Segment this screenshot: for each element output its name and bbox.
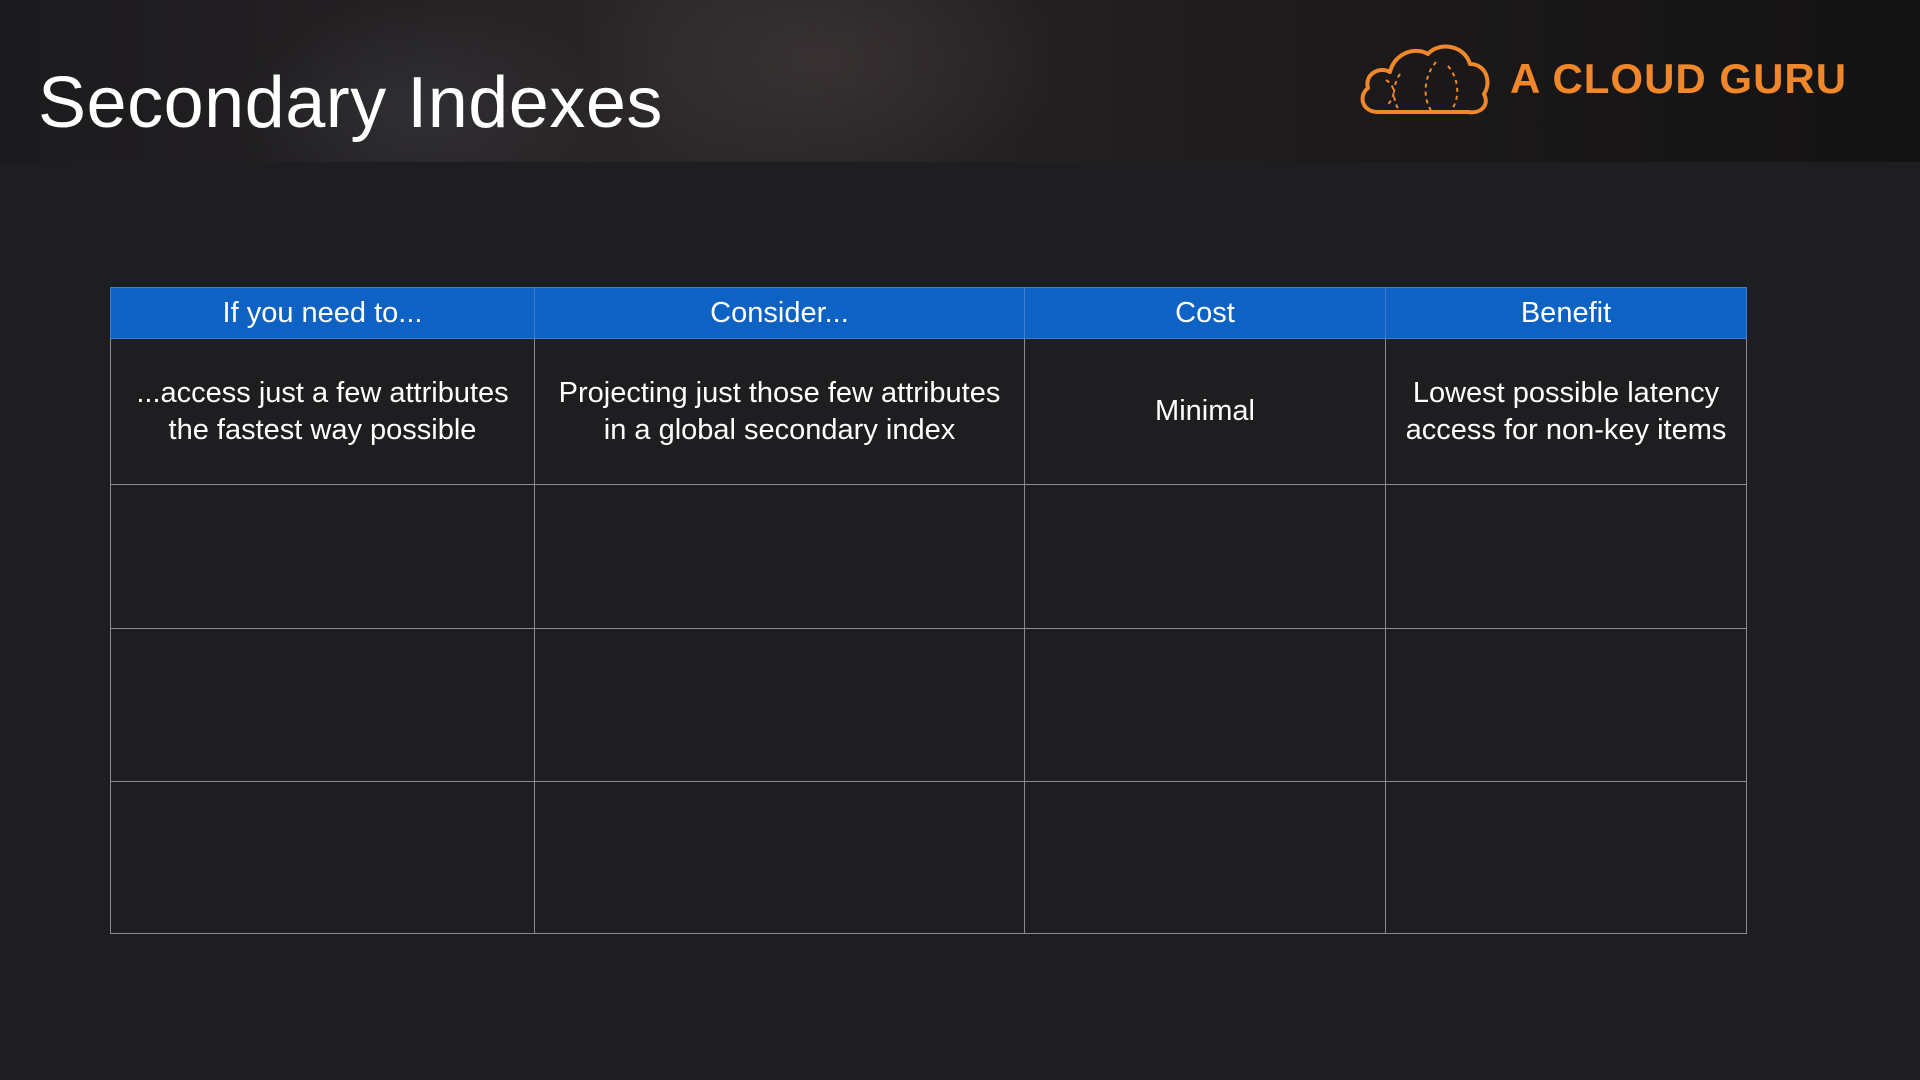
header-cost: Cost: [1024, 287, 1386, 339]
header-consider: Consider...: [534, 287, 1025, 339]
comparison-table-container: If you need to... Consider... Cost Benef…: [110, 287, 1747, 934]
logo-text: A CLOUD GURU: [1510, 55, 1848, 102]
table-cell: [1385, 781, 1747, 934]
table-cell: Minimal: [1024, 338, 1386, 485]
cell-text: Minimal: [1155, 395, 1255, 427]
cell-text: ...access just a few attributes the fast…: [136, 376, 509, 446]
table-cell: [1024, 781, 1386, 934]
comparison-table: If you need to... Consider... Cost Benef…: [110, 287, 1747, 934]
table-cell: [534, 628, 1025, 782]
table-cell: [1385, 484, 1747, 629]
cloud-icon: [1360, 44, 1490, 115]
table-cell: [110, 781, 535, 934]
table-cell: [1024, 628, 1386, 782]
table-cell: Projecting just those few attributes in …: [534, 338, 1025, 485]
table-row: [110, 781, 1747, 934]
table-header-row: If you need to... Consider... Cost Benef…: [110, 287, 1747, 339]
table-cell: [110, 628, 535, 782]
page-title: Secondary Indexes: [38, 63, 663, 143]
brand-logo: A CLOUD GURU: [1356, 40, 1847, 118]
table-cell: Lowest possible latency access for non-k…: [1385, 338, 1747, 485]
table-row: [110, 628, 1747, 782]
slide: Secondary Indexes A CLOUD GURU If you ne…: [0, 0, 1920, 1080]
table-cell: [1385, 628, 1747, 782]
cell-text: Lowest possible latency access for non-k…: [1405, 376, 1727, 446]
table-cell: ...access just a few attributes the fast…: [110, 338, 535, 485]
header-if-you-need-to: If you need to...: [110, 287, 535, 339]
table-cell: [534, 781, 1025, 934]
cell-text: Projecting just those few attributes in …: [558, 376, 1001, 446]
table-row: [110, 484, 1747, 629]
table-cell: [1024, 484, 1386, 629]
table-cell: [110, 484, 535, 629]
table-cell: [534, 484, 1025, 629]
header-benefit: Benefit: [1385, 287, 1747, 339]
table-row: ...access just a few attributes the fast…: [110, 338, 1747, 485]
